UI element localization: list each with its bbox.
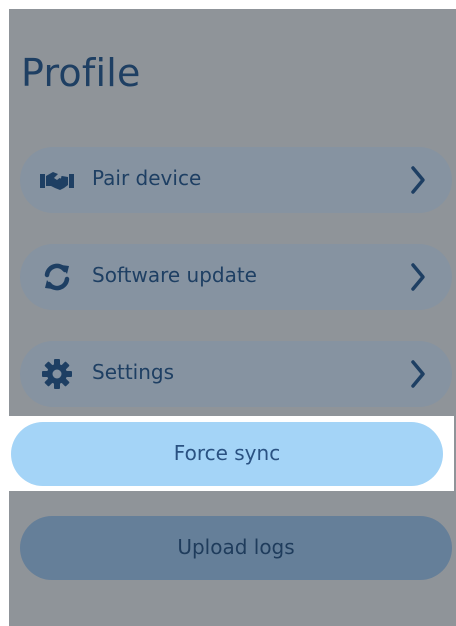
force-sync-highlight: Force sync — [7, 416, 454, 491]
menu-item-label: Pair device — [92, 166, 202, 190]
force-sync-label: Force sync — [173, 441, 281, 465]
menu-item-software-update[interactable]: Software update — [20, 244, 452, 310]
upload-logs-label: Upload logs — [177, 535, 295, 559]
gear-icon — [40, 358, 74, 390]
menu-item-label: Software update — [92, 263, 257, 287]
menu-item-pair-device[interactable]: Pair device — [20, 147, 452, 213]
upload-logs-button[interactable]: Upload logs — [20, 516, 452, 580]
chevron-right-icon — [411, 166, 425, 194]
menu-item-label: Settings — [92, 360, 175, 384]
profile-screen: Profile Pair device Software update Sett… — [9, 9, 456, 626]
handshake-icon — [40, 164, 74, 196]
force-sync-button[interactable]: Force sync — [11, 422, 443, 486]
chevron-right-icon — [411, 263, 425, 291]
menu-item-settings[interactable]: Settings — [20, 341, 452, 407]
page-title: Profile — [21, 51, 141, 95]
refresh-icon — [40, 261, 74, 293]
chevron-right-icon — [411, 360, 425, 388]
